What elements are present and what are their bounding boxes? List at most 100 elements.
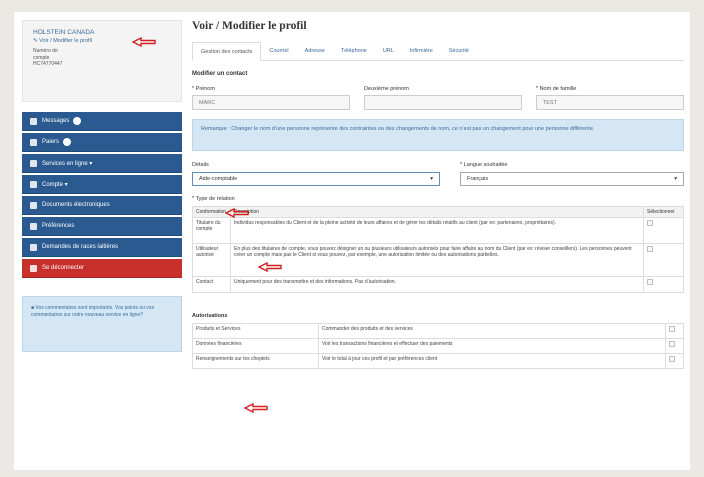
row-desc: Commander des produits et des services	[318, 323, 666, 339]
page-title: Voir / Modifier le profil	[192, 20, 307, 32]
select-cell	[643, 217, 684, 244]
table-header-row: Conformation Description Sélectionner	[192, 206, 684, 218]
nav-label: Préférences	[42, 223, 75, 229]
nav-label: Documents électroniques	[42, 202, 110, 208]
envelope-icon	[30, 117, 37, 125]
deuxieme-field[interactable]	[363, 95, 522, 110]
tab-courriel[interactable]: Courriel	[261, 42, 296, 60]
table-row: Titulaire du compte Individus responsabl…	[192, 217, 684, 244]
language-group: * Langue souhaitée Français ▾	[460, 162, 684, 186]
page: HOLSTEIN CANADA ✎ Voir / Modifier le pro…	[14, 12, 690, 470]
autorisations-table: Produits et Services Commander des produ…	[192, 323, 684, 369]
row-desc: En plus des titulaires de compte, vous p…	[230, 243, 644, 277]
checkbox[interactable]	[669, 356, 675, 362]
row-name: Données financières	[192, 338, 319, 354]
details-select[interactable]: Aide-comptable ▾	[192, 172, 440, 186]
nav-paiers[interactable]: Paiers	[22, 133, 182, 152]
annotation-arrow-icon	[258, 262, 282, 272]
row-desc: Uniquement pour des transmettre et des i…	[230, 276, 644, 293]
nav-label: Services en ligne ▾	[42, 160, 93, 167]
deuxieme-label: Deuxième prénom	[363, 86, 409, 92]
nav-label: Se déconnecter	[42, 265, 85, 271]
select-cell	[665, 323, 684, 339]
column-header: Description	[230, 206, 644, 218]
main-content: Voir / Modifier le profil Gestion des co…	[192, 20, 684, 369]
language-value: Français	[467, 176, 489, 182]
folder-icon	[30, 201, 37, 209]
prenom-label: * Prénom	[192, 86, 215, 92]
edit-profile-label: Voir / Modifier le profil	[39, 38, 93, 44]
checkbox[interactable]	[647, 220, 653, 226]
row-name: Titulaire du compte	[192, 217, 231, 244]
details-label: Détails	[192, 162, 209, 168]
profile-tabs: Gestion des contacts Courriel Adresse Té…	[192, 42, 684, 61]
checkbox[interactable]	[647, 246, 653, 252]
nav-logout[interactable]: Se déconnecter	[22, 259, 182, 278]
flag-icon	[30, 138, 37, 146]
checkbox[interactable]	[647, 279, 653, 285]
row-name: Contact	[192, 276, 231, 293]
nav-online-services[interactable]: Services en ligne ▾	[22, 154, 182, 173]
nom-group: * Nom de famille TEST	[535, 86, 684, 110]
nav-preferences[interactable]: Préférences	[22, 217, 182, 236]
prenom-group: * Prénom MARC	[192, 86, 350, 110]
left-column: HOLSTEIN CANADA ✎ Voir / Modifier le pro…	[22, 20, 182, 352]
column-header: Sélectionner	[643, 206, 684, 218]
account-card: HOLSTEIN CANADA ✎ Voir / Modifier le pro…	[22, 20, 182, 102]
caret-down-icon: ▾	[674, 176, 677, 182]
language-label: * Langue souhaitée	[460, 162, 508, 168]
nav-dairy-requests[interactable]: Demandes de races laitières	[22, 238, 182, 257]
select-cell	[665, 338, 684, 354]
nom-label: * Nom de famille	[535, 86, 577, 92]
checkbox[interactable]	[669, 341, 675, 347]
nav-label: Demandes de races laitières	[42, 244, 119, 250]
language-select[interactable]: Français ▾	[460, 172, 684, 186]
account-name: HOLSTEIN CANADA	[33, 29, 95, 36]
tab-telephone[interactable]: Téléphone	[333, 42, 375, 60]
feedback-box[interactable]: ■ Vos commentaires sont importants. Vos …	[22, 296, 182, 352]
annotation-arrow-icon	[244, 403, 268, 413]
deuxieme-group: Deuxième prénom	[363, 86, 522, 110]
count-badge	[73, 117, 82, 125]
table-row: Données financières Voir les transaction…	[192, 338, 684, 354]
caret-down-icon: ▾	[430, 176, 433, 182]
details-value: Aide-comptable	[199, 176, 238, 182]
row-desc: Voir les transactions financières et eff…	[318, 338, 666, 354]
tab-securite[interactable]: Sécurité	[441, 42, 477, 60]
prenom-field[interactable]: MARC	[192, 95, 350, 110]
count-badge	[63, 138, 72, 146]
details-group: Détails Aide-comptable ▾	[192, 162, 440, 186]
autorisations-label: Autorisations	[192, 313, 228, 319]
name-fields-row: * Prénom MARC Deuxième prénom * Nom de f…	[192, 86, 684, 110]
details-row: Détails Aide-comptable ▾ * Langue souhait…	[192, 162, 684, 186]
nav-messages[interactable]: Messages	[22, 112, 182, 131]
tab-adresse[interactable]: Adresse	[297, 42, 333, 60]
checkbox[interactable]	[669, 326, 675, 332]
calendar-icon	[30, 180, 37, 188]
account-number: HC74770447	[33, 61, 63, 67]
table-row: Contact Uniquement pour des transmettre …	[192, 276, 684, 293]
select-cell	[643, 243, 684, 277]
nav-documents[interactable]: Documents électroniques	[22, 196, 182, 215]
select-cell	[665, 353, 684, 369]
nom-field[interactable]: TEST	[535, 95, 684, 110]
relation-table: Conformation Description Sélectionner Ti…	[192, 206, 684, 293]
annotation-arrow-icon	[132, 37, 156, 47]
row-name: Renseignements sur les cheptels	[192, 353, 319, 369]
nav-label: Paiers	[42, 139, 60, 145]
tab-contacts[interactable]: Gestion des contacts	[192, 42, 262, 61]
feedback-text: ■ Vos commentaires sont importants. Vos …	[31, 305, 155, 319]
nav-account[interactable]: Compte ▾	[22, 175, 182, 194]
tab-infirmiere[interactable]: Infirmière	[402, 42, 441, 60]
side-nav: Messages Paiers Services en ligne ▾ Comp…	[22, 112, 182, 278]
document-icon	[30, 243, 37, 251]
power-icon	[30, 264, 37, 272]
nav-label: Compte ▾	[42, 181, 68, 188]
tab-url[interactable]: URL	[375, 42, 402, 60]
row-desc: Voir le total à jour ces profil et par p…	[318, 353, 666, 369]
annotation-arrow-icon	[225, 208, 249, 218]
row-name: Utilisateur autorisé	[192, 243, 231, 277]
name-change-alert: Remarque : Changer le nom d’une personne…	[192, 119, 684, 151]
section-title: Modifier un contact	[192, 71, 248, 77]
star-icon	[30, 222, 37, 230]
